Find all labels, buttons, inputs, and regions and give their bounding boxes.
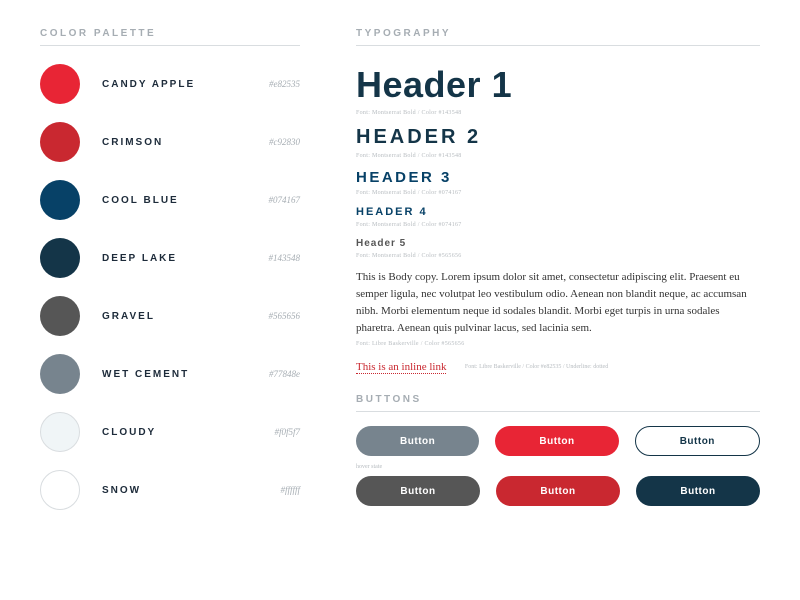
header-5-meta: Font: Montserrat Bold / Color #565656 — [356, 253, 760, 259]
button-gray[interactable]: Button — [356, 426, 479, 456]
swatch-name: WET CEMENT — [102, 369, 269, 380]
button-gray-hover[interactable]: Button — [356, 476, 480, 506]
button-outline-hover[interactable]: Button — [636, 476, 760, 506]
header-4-meta: Font: Montserrat Bold / Color #074167 — [356, 222, 760, 228]
swatch-dot — [40, 64, 80, 104]
swatch-dot — [40, 238, 80, 278]
swatch-dot — [40, 296, 80, 336]
swatch-row: COOL BLUE#074167 — [40, 180, 300, 220]
swatch-hex: #e82535 — [269, 79, 300, 89]
swatch-name: CANDY APPLE — [102, 79, 269, 90]
buttons-title: BUTTONS — [356, 394, 760, 412]
palette-title: COLOR PALETTE — [40, 28, 300, 46]
swatch-row: WET CEMENT#77848e — [40, 354, 300, 394]
swatch-row: CANDY APPLE#e82535 — [40, 64, 300, 104]
inline-link-sample[interactable]: This is an inline link — [356, 361, 446, 374]
swatch-hex: #143548 — [269, 253, 301, 263]
swatch-name: COOL BLUE — [102, 195, 269, 206]
swatch-hex: #074167 — [269, 195, 301, 205]
swatch-hex: #c92830 — [269, 137, 300, 147]
swatch-dot — [40, 180, 80, 220]
header-2-sample: HEADER 2 — [356, 126, 760, 149]
swatch-hex: #f0f5f7 — [274, 427, 300, 437]
swatch-row: SNOW#ffffff — [40, 470, 300, 510]
header-3-meta: Font: Montserrat Bold / Color #074167 — [356, 190, 760, 196]
swatch-row: CLOUDY#f0f5f7 — [40, 412, 300, 452]
swatch-dot — [40, 122, 80, 162]
swatch-name: CRIMSON — [102, 137, 269, 148]
header-3-sample: HEADER 3 — [356, 169, 760, 186]
hover-state-label: hover state — [356, 464, 760, 470]
button-row-hover: Button Button Button — [356, 476, 760, 506]
swatch-row: DEEP LAKE#143548 — [40, 238, 300, 278]
swatch-hex: #77848e — [269, 369, 300, 379]
swatch-name: CLOUDY — [102, 427, 274, 438]
right-column: TYPOGRAPHY Header 1 Font: Montserrat Bol… — [356, 28, 760, 528]
header-5-sample: Header 5 — [356, 238, 760, 249]
header-1-meta: Font: Montserrat Bold / Color #143548 — [356, 110, 760, 116]
swatch-name: SNOW — [102, 485, 280, 496]
swatch-name: DEEP LAKE — [102, 253, 269, 264]
body-copy-sample: This is Body copy. Lorem ipsum dolor sit… — [356, 269, 760, 337]
inline-link-meta: Font: Libre Baskerville / Color #e82535 … — [465, 364, 608, 370]
swatch-dot — [40, 412, 80, 452]
body-copy-meta: Font: Libre Baskerville / Color #565656 — [356, 341, 760, 347]
swatch-list: CANDY APPLE#e82535 CRIMSON#c92830 COOL BLU… — [40, 64, 300, 510]
header-2-meta: Font: Montserrat Bold / Color #143548 — [356, 153, 760, 159]
swatch-row: CRIMSON#c92830 — [40, 122, 300, 162]
swatch-row: GRAVEL#565656 — [40, 296, 300, 336]
swatch-hex: #565656 — [269, 311, 301, 321]
buttons-section: BUTTONS Button Button Button hover state… — [356, 394, 760, 506]
swatch-name: GRAVEL — [102, 311, 269, 322]
typography-title: TYPOGRAPHY — [356, 28, 760, 46]
swatch-dot — [40, 470, 80, 510]
button-row-default: Button Button Button — [356, 426, 760, 456]
header-4-sample: HEADER 4 — [356, 206, 760, 218]
button-red[interactable]: Button — [495, 426, 618, 456]
button-red-hover[interactable]: Button — [496, 476, 620, 506]
button-outline[interactable]: Button — [635, 426, 760, 456]
swatch-dot — [40, 354, 80, 394]
swatch-hex: #ffffff — [280, 485, 300, 495]
header-1-sample: Header 1 — [356, 64, 760, 106]
color-palette-column: COLOR PALETTE CANDY APPLE#e82535CRIMSON#… — [40, 28, 300, 528]
